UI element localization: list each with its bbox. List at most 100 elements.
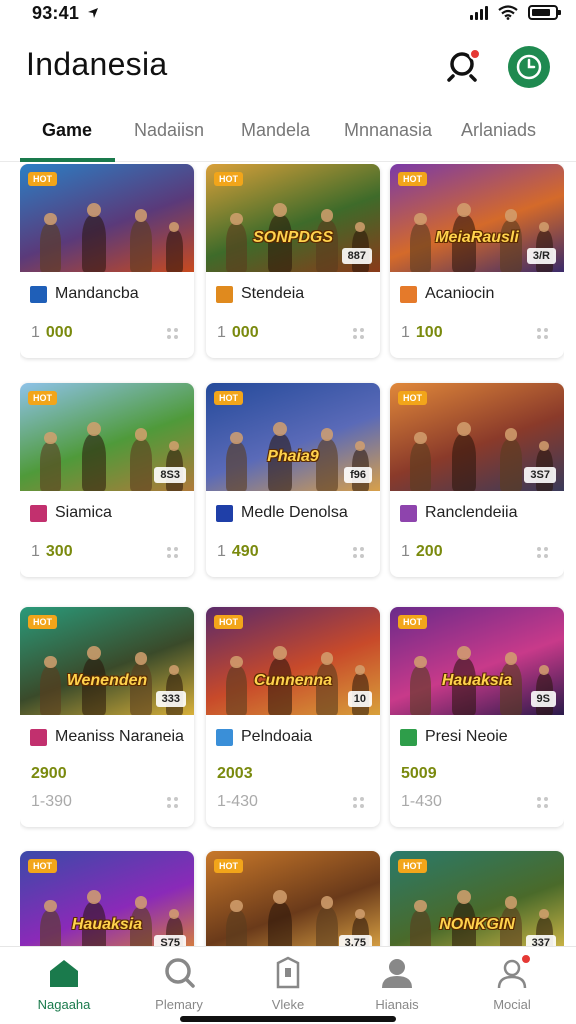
notification-badge <box>520 953 532 965</box>
hot-tag: HOT <box>214 391 243 405</box>
range-value: 1-430 <box>217 793 258 810</box>
game-thumbnail[interactable]: HOT Wenenden 333 <box>20 607 194 715</box>
character-head <box>414 655 427 668</box>
game-name: Presi Neoie <box>425 728 508 745</box>
search-button[interactable] <box>443 46 483 86</box>
character-head <box>230 899 243 912</box>
game-card[interactable]: HOT NONKGIN 337 <box>390 851 564 946</box>
thumbnail-count-badge: 333 <box>155 691 186 707</box>
game-logo-text: SONPDGS <box>252 228 333 246</box>
game-card[interactable]: HOT Wenenden 333 Meaniss Naraneia 2900 1-390 <box>20 607 194 827</box>
count-value: 490 <box>231 543 259 560</box>
game-card[interactable]: HOT 8S3 Siamica 1 300 <box>20 383 194 577</box>
count-value: 300 <box>45 543 73 560</box>
tab-game[interactable]: Game <box>42 120 92 141</box>
tab-mandela[interactable]: Mandela <box>241 120 310 141</box>
search-icon <box>165 958 195 988</box>
game-thumbnail[interactable]: HOT <box>20 164 194 272</box>
game-card[interactable]: HOT MeiaRausli 3/R Acaniocin 1 100 <box>390 164 564 358</box>
game-thumbnail[interactable]: HOT 8S3 <box>20 383 194 491</box>
bars-icon <box>216 504 233 522</box>
game-card[interactable]: HOT Hauaksia S75 <box>20 851 194 946</box>
character-head <box>44 431 57 444</box>
count-row: 1 300 <box>31 543 73 561</box>
nav-item-shield[interactable]: Vleke <box>233 955 343 1012</box>
thumbnail-count-badge: 3S7 <box>524 467 556 483</box>
more-options-icon[interactable] <box>537 797 548 808</box>
nav-item-search[interactable]: Plemary <box>124 955 234 1012</box>
game-thumbnail[interactable]: HOT SONPDGS 887 <box>206 164 380 272</box>
game-thumbnail[interactable]: HOT 3S7 <box>390 383 564 491</box>
thumbnail-count-badge: 887 <box>341 248 372 264</box>
more-options-icon[interactable] <box>353 328 364 339</box>
more-options-icon[interactable] <box>537 547 548 558</box>
card-body: Meaniss Naraneia 2900 1-390 <box>20 715 194 827</box>
count-prefix: 1 <box>31 324 40 341</box>
tab-arlaniads[interactable]: Arlaniads <box>461 120 536 141</box>
game-thumbnail[interactable]: HOT Hauaksia S75 <box>20 851 194 946</box>
page-title: Indanesia <box>26 46 168 82</box>
location-arrow-icon <box>88 8 99 18</box>
character-head <box>87 889 102 904</box>
hot-tag: HOT <box>398 615 427 629</box>
character-head <box>169 222 180 232</box>
count-value: 200 <box>415 543 443 560</box>
count-value: 000 <box>231 324 259 341</box>
card-body: Siamica 1 300 <box>20 491 194 577</box>
character-head <box>273 645 288 660</box>
game-thumbnail[interactable]: HOT MeiaRausli 3/R <box>390 164 564 272</box>
game-thumbnail[interactable]: HOT Cunnenna 10 <box>206 607 380 715</box>
game-card[interactable]: HOT SONPDGS 887 Stendeia 1 000 <box>206 164 380 358</box>
character-head <box>414 899 427 912</box>
category-tabs: Game Nadaiisn Mandela Mnnanasia Arlaniad… <box>0 110 576 162</box>
count-value: 100 <box>415 324 443 341</box>
game-thumbnail[interactable]: HOT NONKGIN 337 <box>390 851 564 946</box>
more-options-icon[interactable] <box>353 547 364 558</box>
tab-mnnanasia[interactable]: Mnnanasia <box>344 120 432 141</box>
game-logo-text: Cunnenna <box>253 671 333 689</box>
more-options-icon[interactable] <box>353 797 364 808</box>
more-options-icon[interactable] <box>167 797 178 808</box>
more-options-icon[interactable] <box>167 547 178 558</box>
player-count: 2003 <box>217 765 253 782</box>
nav-item-profile[interactable]: Mocial <box>457 953 567 1012</box>
character-head <box>230 212 243 225</box>
character-figure <box>40 223 61 272</box>
home-icon <box>50 960 78 987</box>
game-card[interactable]: HOT Hauaksia 9S Presi Neoie 5009 1-430 <box>390 607 564 827</box>
character-head <box>273 421 288 436</box>
game-thumbnail[interactable]: HOT 3.75 <box>206 851 380 946</box>
more-options-icon[interactable] <box>167 328 178 339</box>
hot-tag: HOT <box>398 859 427 873</box>
status-time: 93:41 <box>32 3 100 24</box>
game-logo-text: Phaia9 <box>267 447 319 465</box>
nav-label-person: Hianais <box>375 997 419 1012</box>
character-head <box>273 889 288 904</box>
game-name: Ranclendeiia <box>425 504 518 521</box>
nav-item-person[interactable]: Hianais <box>342 955 452 1012</box>
card-body: Presi Neoie 5009 1-430 <box>390 715 564 827</box>
game-card[interactable]: HOT 3S7 Ranclendeiia 1 200 <box>390 383 564 577</box>
tab-nadaiisn[interactable]: Nadaiisn <box>134 120 204 141</box>
game-thumbnail[interactable]: HOT Hauaksia 9S <box>390 607 564 715</box>
game-thumbnail[interactable]: HOT Phaia9 f96 <box>206 383 380 491</box>
hot-tag: HOT <box>28 859 57 873</box>
more-options-icon[interactable] <box>537 328 548 339</box>
cellular-signal-icon <box>470 5 488 20</box>
game-card[interactable]: HOT Phaia9 f96 Medle Denolsa 1 490 <box>206 383 380 577</box>
game-title-row: Siamica <box>30 504 112 522</box>
thumbnail-count-badge: 8S3 <box>154 467 186 483</box>
game-name: Mandancba <box>55 285 139 302</box>
home-indicator <box>180 1016 396 1022</box>
card-body: Acaniocin 1 100 <box>390 272 564 358</box>
clock-button[interactable] <box>508 46 550 88</box>
character-head <box>230 655 243 668</box>
game-card[interactable]: HOT 3.75 <box>206 851 380 946</box>
character-head <box>457 202 472 217</box>
nav-item-home[interactable]: Nagaaha <box>9 955 119 1012</box>
game-logo-text: Wenenden <box>66 671 148 689</box>
game-card[interactable]: HOT Mandancba 1 000 <box>20 164 194 358</box>
game-card[interactable]: HOT Cunnenna 10 Pelndoaia 2003 1-430 <box>206 607 380 827</box>
hot-tag: HOT <box>28 391 57 405</box>
game-title-row: Stendeia <box>216 285 304 303</box>
